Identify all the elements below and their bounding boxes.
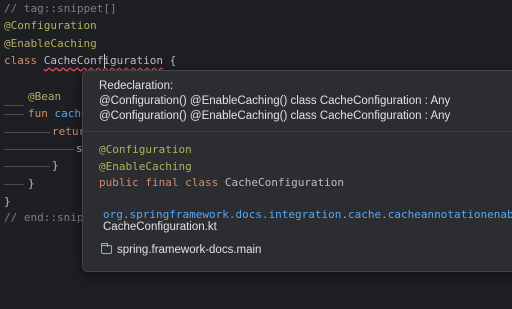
indent-guide [4, 184, 24, 185]
package-link[interactable]: org.springframework.docs.integration.cac… [103, 208, 512, 221]
fun-keyword: fun [28, 107, 48, 120]
indent-guide [4, 166, 50, 167]
indent-guide [4, 114, 24, 115]
error-message-2[interactable]: @Configuration() @EnableCaching() class … [99, 110, 450, 122]
indent-guide [4, 149, 74, 150]
folder-icon [100, 242, 112, 254]
code-line-class-declaration: class CacheConfiguration { [4, 52, 176, 70]
code-line-enablecaching-annotation: @EnableCaching [4, 37, 97, 50]
doc-annotation-enablecaching: @EnableCaching [99, 160, 192, 173]
declaration-class-name: CacheConfiguration [224, 176, 345, 189]
indent-guide [4, 132, 50, 133]
code-line-close-brace-inner: } [52, 159, 59, 172]
doc-declaration: public final class CacheConfiguration [99, 176, 344, 189]
code-line-close-brace-fun: } [28, 177, 35, 190]
code-line-bean-annotation: @Bean [28, 90, 62, 103]
code-line-fun: fun cache [28, 105, 88, 123]
declaration-keywords: public final class [99, 176, 219, 189]
code-line-configuration-annotation: @Configuration [4, 19, 97, 32]
indent-guide [4, 105, 24, 106]
error-tooltip-popup[interactable]: Redeclaration: @Configuration() @EnableC… [82, 70, 512, 272]
file-name: CacheConfiguration.kt [103, 221, 217, 233]
module-name: spring.framework-docs.main [117, 244, 262, 256]
class-keyword: class [4, 54, 38, 67]
divider [83, 131, 512, 132]
error-message-1[interactable]: @Configuration() @EnableCaching() class … [99, 95, 450, 107]
error-section: Redeclaration: @Configuration() @EnableC… [83, 71, 512, 131]
code-line-tag-comment: // tag::snippet[] [4, 2, 117, 15]
open-brace: { [169, 54, 177, 67]
doc-annotation-configuration: @Configuration [99, 143, 192, 156]
error-title: Redeclaration: [99, 80, 174, 92]
code-line-return: retur [52, 125, 86, 138]
text-cursor [104, 54, 105, 68]
